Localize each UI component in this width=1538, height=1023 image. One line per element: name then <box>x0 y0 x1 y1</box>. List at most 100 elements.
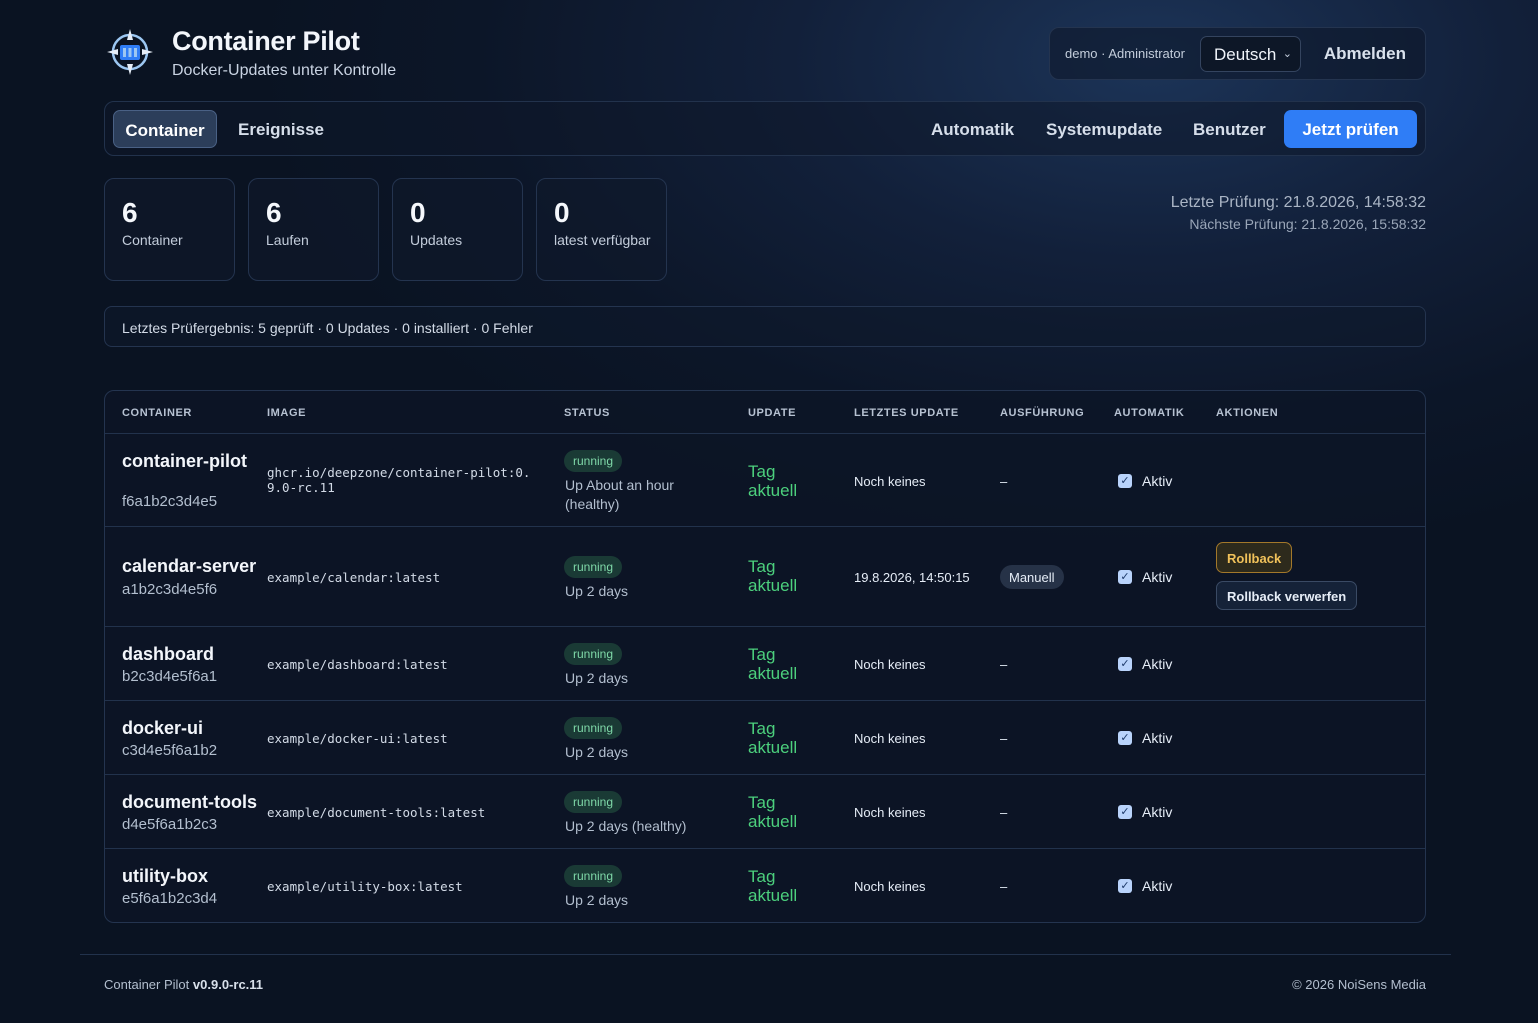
app-logo-icon <box>107 29 153 75</box>
user-label: demo · Administrator <box>1065 46 1185 61</box>
table-row: container-pilot f6a1b2c3d4e5 ghcr.io/dee… <box>105 433 1425 526</box>
automation-checkbox[interactable]: ✓ <box>1118 879 1132 893</box>
user-panel: demo · Administrator Deutsch ⌄ Abmelden <box>1049 27 1426 80</box>
stat-card-running: 6 Laufen <box>248 178 379 281</box>
check-now-button[interactable]: Jetzt prüfen <box>1284 110 1417 148</box>
execution-value: – <box>1000 657 1008 672</box>
tab-container[interactable]: Container <box>113 110 217 148</box>
image-name: example/dashboard:latest <box>267 657 448 672</box>
chevron-down-icon: ⌄ <box>1282 48 1292 60</box>
uptime-text: Up 2 days <box>565 670 629 686</box>
container-id: f6a1b2c3d4e5 <box>122 493 218 510</box>
automation-label: Aktiv <box>1142 878 1173 894</box>
container-id: a1b2c3d4e5f6 <box>122 581 218 598</box>
column-header: STATUS <box>564 407 610 419</box>
footer-app-name: Container Pilot <box>104 977 190 992</box>
update-status: Tag aktuell <box>748 719 798 757</box>
update-status: Tag aktuell <box>748 645 798 683</box>
nav-systemupdate[interactable]: Systemupdate <box>1046 110 1162 148</box>
container-id: c3d4e5f6a1b2 <box>122 742 218 759</box>
stat-label: Container <box>122 232 183 248</box>
footer-version-number: v0.9.0-rc.11 <box>192 977 264 992</box>
execution-value: – <box>1000 474 1008 489</box>
last-update: Noch keines <box>854 731 926 746</box>
stat-card-container: 6 Container <box>104 178 235 281</box>
uptime-text: Up About an hour (healthy) <box>565 477 674 512</box>
image-name: example/document-tools:latest <box>267 805 486 820</box>
update-status: Tag aktuell <box>748 557 798 595</box>
container-name: utility-box <box>122 866 208 886</box>
app-title: Container Pilot <box>172 26 360 56</box>
footer-version: Container Pilot v0.9.0-rc.11 <box>104 977 263 992</box>
automation-label: Aktiv <box>1142 804 1173 820</box>
next-check-time: Nächste Prüfung: 21.8.2026, 15:58:32 <box>1189 216 1426 232</box>
stat-card-updates: 0 Updates <box>392 178 523 281</box>
automation-checkbox[interactable]: ✓ <box>1118 474 1132 488</box>
table-row: docker-ui c3d4e5f6a1b2 example/docker-ui… <box>105 700 1425 774</box>
table-row: document-tools d4e5f6a1b2c3 example/docu… <box>105 774 1425 848</box>
container-id: e5f6a1b2c3d4 <box>122 890 218 907</box>
container-table: CONTAINER IMAGE STATUS UPDATE LETZTES UP… <box>104 390 1426 923</box>
uptime-text: Up 2 days <box>565 744 629 760</box>
update-status: Tag aktuell <box>748 867 798 905</box>
column-header: AUTOMATIK <box>1114 407 1185 419</box>
last-update: Noch keines <box>854 657 926 672</box>
execution-value: – <box>1000 731 1008 746</box>
execution-badge: Manuell <box>1000 565 1064 589</box>
column-header: IMAGE <box>267 407 307 419</box>
discard-rollback-button[interactable]: Rollback verwerfen <box>1216 581 1358 610</box>
footer-copyright: © 2026 NoiSens Media <box>1292 977 1426 992</box>
image-name: example/utility-box:latest <box>267 879 463 894</box>
language-value: Deutsch <box>1214 45 1277 64</box>
nav-benutzer[interactable]: Benutzer <box>1193 110 1266 148</box>
image-name: example/docker-ui:latest <box>267 731 448 746</box>
footer-divider <box>80 954 1451 955</box>
automation-label: Aktiv <box>1142 656 1173 672</box>
last-update: Noch keines <box>854 879 926 894</box>
status-badge: running <box>564 556 623 578</box>
rollback-button[interactable]: Rollback <box>1216 542 1293 573</box>
last-update: 19.8.2026, 14:50:15 <box>854 570 970 585</box>
stat-value: 0 <box>410 197 426 228</box>
check-result-bar: Letztes Prüfergebnis: 5 geprüft · 0 Upda… <box>104 306 1426 347</box>
automation-checkbox[interactable]: ✓ <box>1118 731 1132 745</box>
column-header: CONTAINER <box>122 407 192 419</box>
stat-value: 6 <box>122 197 138 228</box>
status-badge: running <box>564 717 623 739</box>
update-status: Tag aktuell <box>748 462 798 500</box>
stat-label: Laufen <box>266 232 309 248</box>
stat-value: 6 <box>266 197 282 228</box>
column-header: AUSFÜHRUNG <box>1000 407 1085 419</box>
update-status: Tag aktuell <box>748 793 798 831</box>
uptime-text: Up 2 days <box>565 892 629 908</box>
execution-value: – <box>1000 805 1008 820</box>
container-id: d4e5f6a1b2c3 <box>122 816 218 833</box>
status-badge: running <box>564 791 623 813</box>
table-row: calendar-server a1b2c3d4e5f6 example/cal… <box>105 526 1425 626</box>
language-select[interactable]: Deutsch ⌄ <box>1200 36 1301 72</box>
last-update: Noch keines <box>854 474 926 489</box>
image-name: example/calendar:latest <box>267 570 441 585</box>
container-id: b2c3d4e5f6a1 <box>122 668 218 685</box>
automation-checkbox[interactable]: ✓ <box>1118 657 1132 671</box>
last-check-time: Letzte Prüfung: 21.8.2026, 14:58:32 <box>1170 194 1426 211</box>
container-name: dashboard <box>122 644 215 664</box>
table-row: dashboard b2c3d4e5f6a1 example/dashboard… <box>105 626 1425 700</box>
container-name: calendar-server <box>122 556 257 576</box>
tab-events[interactable]: Ereignisse <box>238 110 324 148</box>
last-update: Noch keines <box>854 805 926 820</box>
app-header: Container Pilot Docker-Updates unter Kon… <box>104 22 1426 86</box>
automation-checkbox[interactable]: ✓ <box>1118 570 1132 584</box>
stat-card-latest: 0 latest verfügbar <box>536 178 667 281</box>
status-badge: running <box>564 450 623 472</box>
column-header: UPDATE <box>748 407 797 419</box>
automation-label: Aktiv <box>1142 569 1173 585</box>
column-header: AKTIONEN <box>1216 407 1279 419</box>
automation-label: Aktiv <box>1142 730 1173 746</box>
nav-automatik[interactable]: Automatik <box>931 110 1014 148</box>
logout-button[interactable]: Abmelden <box>1324 44 1406 64</box>
container-name: document-tools <box>122 792 257 812</box>
execution-value: – <box>1000 879 1008 894</box>
uptime-text: Up 2 days <box>565 583 629 599</box>
automation-checkbox[interactable]: ✓ <box>1118 805 1132 819</box>
